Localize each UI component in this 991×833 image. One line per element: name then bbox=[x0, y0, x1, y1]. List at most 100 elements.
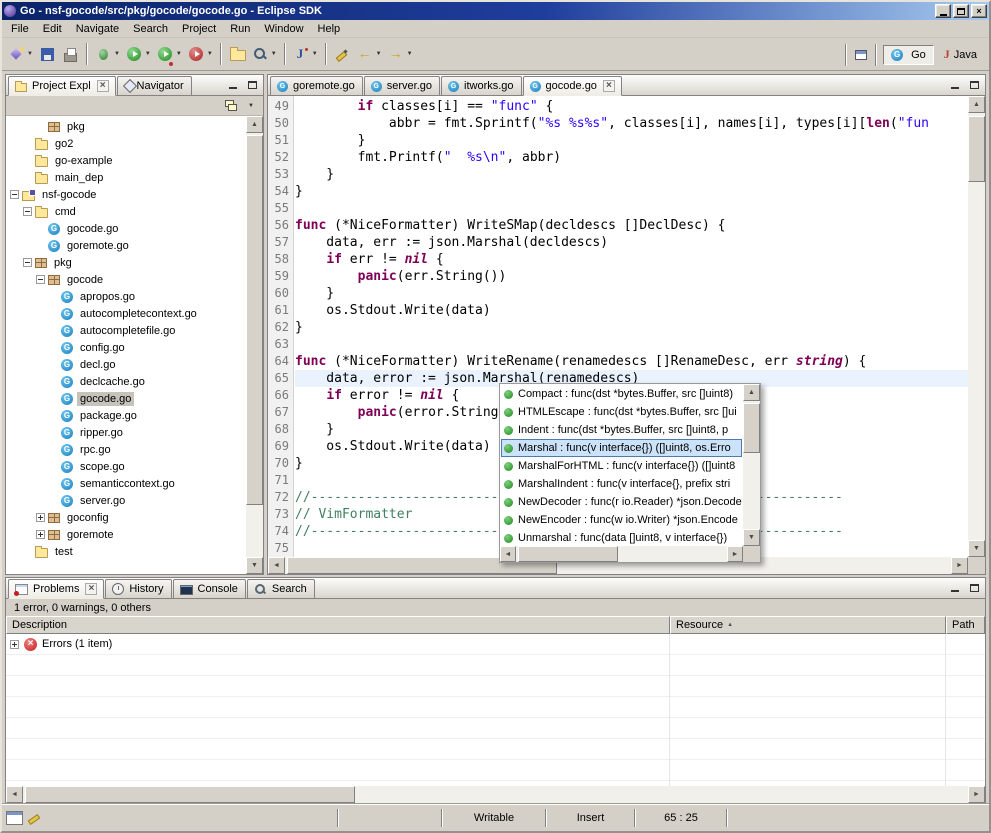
code-line-54[interactable]: } bbox=[295, 183, 968, 200]
run-external-button[interactable]: ▼ bbox=[154, 42, 185, 66]
column-description[interactable]: Description bbox=[6, 616, 670, 634]
scrollbar-thumb[interactable] bbox=[518, 546, 618, 562]
scrollbar-thumb[interactable] bbox=[25, 786, 355, 803]
maximize-view-button[interactable] bbox=[966, 581, 982, 595]
profile-button[interactable]: ▼ bbox=[185, 42, 216, 66]
debug-button[interactable]: ▼ bbox=[92, 42, 123, 66]
tree-item-semanticcontext-go[interactable]: semanticcontext.go bbox=[6, 475, 246, 492]
tree-item-cmd[interactable]: cmd bbox=[6, 203, 246, 220]
maximize-button[interactable] bbox=[953, 4, 969, 18]
code-line-56[interactable]: func (*NiceFormatter) WriteSMap(decldesc… bbox=[295, 217, 968, 234]
scroll-down-icon[interactable]: ▼ bbox=[246, 557, 263, 574]
code-line-57[interactable]: data, err := json.Marshal(decldescs) bbox=[295, 234, 968, 251]
completion-marshal[interactable]: Marshal : func(v interface{}) ([]uint8, … bbox=[501, 439, 742, 457]
column-path[interactable]: Path bbox=[946, 616, 985, 634]
code-line-55[interactable] bbox=[295, 200, 968, 217]
scrollbar-thumb[interactable] bbox=[743, 403, 760, 453]
code-line-53[interactable]: } bbox=[295, 166, 968, 183]
scroll-up-icon[interactable]: ▲ bbox=[743, 384, 760, 401]
scroll-left-icon[interactable]: ◄ bbox=[500, 546, 516, 562]
dropdown-arrow-icon[interactable]: ▼ bbox=[114, 51, 120, 57]
dropdown-arrow-icon[interactable]: ▼ bbox=[145, 51, 151, 57]
minimize-view-button[interactable] bbox=[225, 78, 241, 92]
expander-minus-icon[interactable] bbox=[23, 258, 32, 267]
completion-indent[interactable]: Indent : func(dst *bytes.Buffer, src []u… bbox=[501, 421, 742, 439]
dropdown-arrow-icon[interactable]: ▼ bbox=[271, 51, 277, 57]
editor-vertical-scrollbar[interactable]: ▲ ▼ bbox=[968, 96, 985, 557]
menu-help[interactable]: Help bbox=[311, 22, 348, 36]
expander-minus-icon[interactable] bbox=[23, 207, 32, 216]
code-line-61[interactable]: os.Stdout.Write(data) bbox=[295, 302, 968, 319]
menu-window[interactable]: Window bbox=[257, 22, 310, 36]
editor-tab-goremote-go[interactable]: goremote.go bbox=[270, 76, 363, 96]
new-wizard-button[interactable]: ▼ bbox=[5, 42, 36, 66]
scrollbar-thumb[interactable] bbox=[246, 135, 263, 505]
tab-navigator[interactable]: Navigator bbox=[117, 76, 192, 96]
tree-item-gocode-go[interactable]: gocode.go bbox=[6, 220, 246, 237]
tree-item-package-go[interactable]: package.go bbox=[6, 407, 246, 424]
tree-item-autocompletefile-go[interactable]: autocompletefile.go bbox=[6, 322, 246, 339]
save-button[interactable] bbox=[36, 42, 59, 66]
menu-file[interactable]: File bbox=[4, 22, 36, 36]
completion-compact[interactable]: Compact : func(dst *bytes.Buffer, src []… bbox=[501, 385, 742, 403]
forward-button[interactable]: ▼ bbox=[385, 42, 416, 66]
tree-item-goconfig[interactable]: goconfig bbox=[6, 509, 246, 526]
view-menu-button[interactable]: ▼ bbox=[243, 99, 259, 113]
tree-item-main-dep[interactable]: main_dep bbox=[6, 169, 246, 186]
editor-tab-itworks-go[interactable]: itworks.go bbox=[441, 76, 522, 96]
open-plugin-button[interactable] bbox=[226, 42, 249, 66]
tab-project-explorer[interactable]: Project Expl × bbox=[8, 76, 116, 96]
dropdown-arrow-icon[interactable]: ▼ bbox=[176, 51, 182, 57]
scroll-right-icon[interactable]: ► bbox=[727, 546, 743, 562]
code-line-64[interactable]: func (*NiceFormatter) WriteRename(rename… bbox=[295, 353, 968, 370]
open-perspective-button[interactable] bbox=[853, 48, 869, 62]
fast-view-icon[interactable] bbox=[6, 811, 23, 825]
tree-item-server-go[interactable]: server.go bbox=[6, 492, 246, 509]
dropdown-arrow-icon[interactable]: ▼ bbox=[27, 51, 33, 57]
code-line-62[interactable]: } bbox=[295, 319, 968, 336]
tab-problems[interactable]: Problems× bbox=[8, 579, 104, 599]
code-line-52[interactable]: fmt.Printf(" %s\n", abbr) bbox=[295, 149, 968, 166]
scroll-down-icon[interactable]: ▼ bbox=[968, 540, 985, 557]
tree-item-nsf-gocode[interactable]: nsf-gocode bbox=[6, 186, 246, 203]
back-button[interactable]: ▼ bbox=[354, 42, 385, 66]
expander-plus-icon[interactable] bbox=[36, 530, 45, 539]
pencil-icon[interactable] bbox=[26, 811, 43, 825]
completion-marshalindent[interactable]: MarshalIndent : func(v interface{}, pref… bbox=[501, 475, 742, 493]
code-line-51[interactable]: } bbox=[295, 132, 968, 149]
minimize-editor-button[interactable] bbox=[947, 78, 963, 92]
scroll-up-icon[interactable]: ▲ bbox=[246, 116, 263, 133]
code-line-49[interactable]: if classes[i] == "func" { bbox=[295, 98, 968, 115]
tab-search[interactable]: Search bbox=[247, 579, 315, 599]
editor-tab-gocode-go[interactable]: gocode.go× bbox=[523, 76, 622, 96]
minimize-view-button[interactable] bbox=[947, 581, 963, 595]
completion-htmlescape[interactable]: HTMLEscape : func(dst *bytes.Buffer, src… bbox=[501, 403, 742, 421]
tree-item-pkg[interactable]: pkg bbox=[6, 118, 246, 135]
scroll-left-icon[interactable]: ◄ bbox=[6, 786, 23, 803]
completion-newdecoder[interactable]: NewDecoder : func(r io.Reader) *json.Dec… bbox=[501, 493, 742, 511]
scroll-right-icon[interactable]: ► bbox=[968, 786, 985, 803]
problems-horizontal-scrollbar[interactable]: ◄ ► bbox=[6, 786, 985, 803]
expander-plus-icon[interactable] bbox=[36, 513, 45, 522]
minimize-button[interactable] bbox=[935, 4, 951, 18]
close-button[interactable]: × bbox=[971, 4, 987, 18]
tree-item-apropos-go[interactable]: apropos.go bbox=[6, 288, 246, 305]
close-tab-icon[interactable]: × bbox=[85, 583, 97, 595]
tab-console[interactable]: Console bbox=[173, 579, 246, 599]
code-line-58[interactable]: if err != nil { bbox=[295, 251, 968, 268]
tree-item-autocompletecontext-go[interactable]: autocompletecontext.go bbox=[6, 305, 246, 322]
expander-minus-icon[interactable] bbox=[36, 275, 45, 284]
tree-item-scope-go[interactable]: scope.go bbox=[6, 458, 246, 475]
code-line-50[interactable]: abbr = fmt.Sprintf("%s %s%s", classes[i]… bbox=[295, 115, 968, 132]
maximize-view-button[interactable] bbox=[244, 78, 260, 92]
search-button[interactable]: ▼ bbox=[249, 42, 280, 66]
editor-tab-server-go[interactable]: server.go bbox=[364, 76, 440, 96]
scroll-down-icon[interactable]: ▼ bbox=[743, 529, 760, 546]
tree-item-gocode-go[interactable]: gocode.go bbox=[6, 390, 246, 407]
dropdown-arrow-icon[interactable]: ▼ bbox=[407, 51, 413, 57]
menu-edit[interactable]: Edit bbox=[36, 22, 69, 36]
menu-search[interactable]: Search bbox=[126, 22, 175, 36]
popup-horizontal-scrollbar[interactable]: ◄ ► bbox=[500, 546, 743, 562]
new-java-app-button[interactable]: ▼ bbox=[290, 42, 321, 66]
code-line-59[interactable]: panic(err.String()) bbox=[295, 268, 968, 285]
